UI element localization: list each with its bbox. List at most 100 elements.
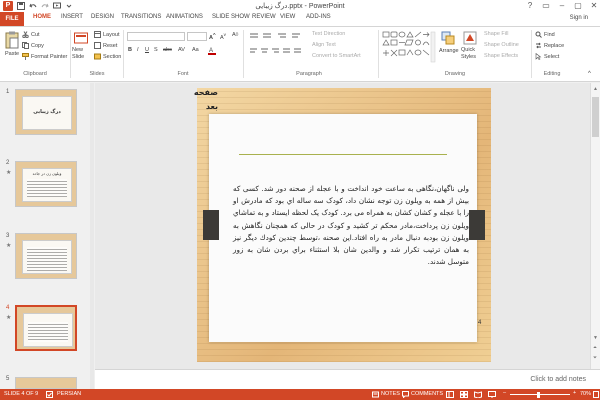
thumbnail-paper <box>23 313 73 347</box>
convert-smartart-button[interactable]: Convert to SmartArt <box>312 53 361 59</box>
new-slide-button[interactable]: New Slide <box>72 47 94 61</box>
collapse-ribbon-button[interactable]: ^ <box>588 71 591 77</box>
arrange-button[interactable]: Arrange <box>439 48 459 54</box>
shrink-font-button[interactable]: Av <box>220 32 226 41</box>
next-slide-icon[interactable]: ⏷ <box>593 355 597 361</box>
character-spacing-button[interactable]: AV <box>178 47 185 53</box>
shadow-button[interactable]: S <box>154 47 158 53</box>
italic-button[interactable]: I <box>137 47 139 53</box>
tab-view[interactable]: VIEW <box>280 14 295 20</box>
slide-thumbnail-2[interactable]: ویلون زن در جاده <box>15 161 77 207</box>
tab-transitions[interactable]: TRANSITIONS <box>121 14 161 20</box>
reset-button[interactable]: Reset <box>94 42 117 49</box>
close-button[interactable]: ✕ <box>586 0 600 12</box>
format-painter-label: Format Painter <box>31 53 68 60</box>
tab-slide-show[interactable]: SLIDE SHOW <box>212 14 250 20</box>
tab-review[interactable]: REVIEW <box>252 14 276 20</box>
tab-home[interactable]: HOME <box>33 14 51 20</box>
zoom-level[interactable]: 70% <box>580 391 591 397</box>
notes-pane[interactable]: Click to add notes <box>95 369 600 389</box>
slide-thumbnail-5[interactable] <box>15 377 77 389</box>
paste-icon[interactable] <box>4 31 20 49</box>
slide-sorter-icon[interactable] <box>460 391 468 398</box>
replace-button[interactable]: Replace <box>535 42 564 49</box>
layout-button[interactable]: Layout <box>94 31 120 38</box>
zoom-in-button[interactable]: + <box>573 390 576 396</box>
scroll-down-icon[interactable]: ▼ <box>593 335 598 341</box>
comments-button[interactable]: COMMENTS <box>411 391 443 397</box>
save-icon[interactable] <box>17 2 25 10</box>
shape-fill-button[interactable]: Shape Fill <box>484 31 508 37</box>
notes-placeholder[interactable]: Click to add notes <box>530 376 586 383</box>
thumbnail-paper: ویلون زن در جاده <box>22 168 72 202</box>
quick-styles-icon[interactable] <box>463 31 477 45</box>
language-indicator[interactable]: PERSIAN <box>57 391 81 397</box>
new-slide-icon[interactable] <box>74 31 88 45</box>
undo-icon[interactable] <box>29 2 37 10</box>
tab-file[interactable]: FILE <box>0 12 24 26</box>
slideshow-view-icon[interactable] <box>488 391 496 398</box>
slide-vertical-scrollbar[interactable]: ▲ ▼ ⏶ ⏷ <box>590 83 600 369</box>
slide-body-text[interactable]: ولی ناگهان،نگاهی به ساعت خود انداخت و با… <box>233 183 469 268</box>
comments-icon <box>402 391 409 399</box>
thumbnail-number: 3 <box>6 233 10 239</box>
change-case-button[interactable]: Aa <box>192 47 199 53</box>
sign-in-link[interactable]: Sign in <box>570 15 588 21</box>
text-direction-button[interactable]: Text Direction <box>312 31 345 37</box>
grow-font-button[interactable]: A^ <box>209 32 216 41</box>
shape-effects-button[interactable]: Shape Effects <box>484 53 518 59</box>
slide-thumbnail-4-selected[interactable] <box>15 305 77 351</box>
current-slide[interactable]: صفحه بعد ولی ناگهان،نگاهی به ساعت خود ان… <box>194 86 491 362</box>
strikethrough-button[interactable]: abc <box>163 47 172 53</box>
quick-styles-button[interactable]: Quick Styles <box>461 47 481 61</box>
customize-toolbar-icon[interactable] <box>65 2 73 10</box>
start-slideshow-icon[interactable] <box>53 2 61 10</box>
shape-outline-button[interactable]: Shape Outline <box>484 42 519 48</box>
slide-thumbnail-1[interactable]: درگ زیبایی <box>15 89 77 135</box>
previous-slide-icon[interactable]: ⏶ <box>593 345 597 351</box>
cut-button[interactable]: Cut <box>22 31 40 39</box>
zoom-out-button[interactable]: – <box>503 390 506 396</box>
tab-insert[interactable]: INSERT <box>61 14 83 20</box>
reading-view-icon[interactable] <box>474 391 482 399</box>
underline-button[interactable]: U <box>145 47 149 53</box>
tab-add-ins[interactable]: ADD-INS <box>306 14 331 20</box>
shapes-gallery[interactable] <box>382 31 436 63</box>
next-page-label[interactable]: صفحه بعد <box>194 86 218 114</box>
cursor-icon <box>535 52 542 60</box>
copy-button[interactable]: Copy <box>22 42 44 49</box>
paste-button[interactable]: Paste <box>5 51 19 57</box>
thumbnails-scrollbar[interactable] <box>90 83 94 389</box>
font-size-select[interactable] <box>187 32 207 41</box>
scroll-thumb[interactable] <box>592 97 599 137</box>
minimize-button[interactable]: – <box>554 0 570 12</box>
maximize-button[interactable]: ▢ <box>570 0 586 12</box>
bold-button[interactable]: B <box>128 47 132 53</box>
slide-thumbnail-3[interactable] <box>15 233 77 279</box>
tab-animations[interactable]: ANIMATIONS <box>166 14 203 20</box>
animation-star-icon: ★ <box>6 315 12 321</box>
replace-label: Replace <box>544 42 565 49</box>
ribbon-display-options-button[interactable]: ▭ <box>538 0 554 12</box>
clipboard-group-label: Clipboard <box>23 71 47 77</box>
format-painter-button[interactable]: Format Painter <box>22 53 67 60</box>
notes-button[interactable]: NOTES <box>381 391 400 397</box>
tab-design[interactable]: DESIGN <box>91 14 114 20</box>
align-text-button[interactable]: Align Text <box>312 42 336 48</box>
help-button[interactable]: ? <box>522 0 538 12</box>
scroll-up-icon[interactable]: ▲ <box>593 86 598 92</box>
find-button[interactable]: Find <box>535 31 555 38</box>
font-name-select[interactable] <box>127 32 185 41</box>
arrange-icon[interactable] <box>441 31 455 45</box>
fit-slide-icon[interactable] <box>593 391 599 398</box>
font-color-icon[interactable]: A <box>208 46 216 55</box>
select-button[interactable]: Select <box>535 52 559 60</box>
animation-star-icon: ★ <box>6 243 12 249</box>
normal-view-icon[interactable] <box>446 391 454 398</box>
redo-icon[interactable] <box>41 2 49 10</box>
clear-formatting-button[interactable]: A◊ <box>232 32 238 38</box>
spellcheck-icon[interactable] <box>46 391 53 398</box>
zoom-slider[interactable] <box>510 394 570 395</box>
section-button[interactable]: Section <box>94 53 121 60</box>
zoom-slider-handle[interactable] <box>537 392 540 398</box>
